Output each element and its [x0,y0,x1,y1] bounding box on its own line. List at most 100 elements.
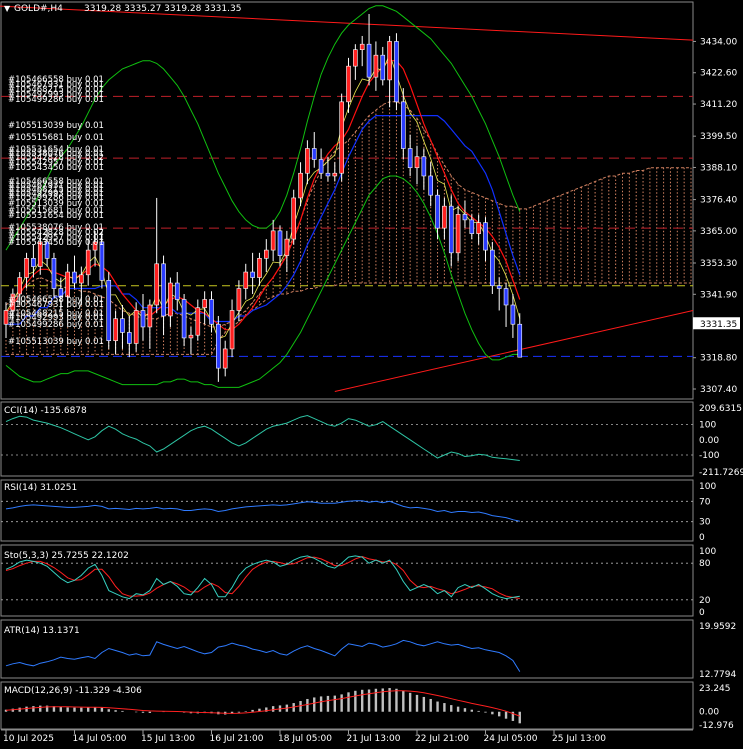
candle-body [469,219,475,234]
candle-body [85,249,91,276]
candle-body [318,159,324,174]
candle-body [188,334,194,339]
order-label: #105499286 buy 0.01 [8,320,104,330]
time-tick-label: 25 Jul 13:00 [552,734,606,744]
candle-body [168,282,173,317]
cci-label: CCI(14) -135.6878 [4,406,87,416]
cci-scale-label: -100 [699,451,720,461]
trading-chart[interactable]: #105466558 buy 0.01 #105467931 buy 0.01 #1… [0,0,743,745]
candle-body [154,263,159,306]
macd-scale-label: 0.00 [699,708,719,718]
candle-body [435,194,440,229]
price-tick-label: 3388.10 [700,163,737,173]
candle-body [311,148,317,160]
candle-body [387,41,392,81]
candle-body [359,43,365,50]
candle-body [79,274,84,284]
symbol-title: GOLD#,H4 [14,4,63,14]
order-label: #105499286 buy 0.01 [8,95,104,105]
candle-body [229,310,235,350]
order-label: #105543450 buy 0.01 [8,238,104,248]
time-tick-label: 24 Jul 05:00 [484,734,538,744]
candle-body [510,304,516,325]
candle-body [325,172,331,177]
ohlc-readout: 3319.28 3335.27 3319.28 3331.35 [84,4,241,14]
time-tick-label: 18 Jul 05:00 [278,734,332,744]
candle-body [257,258,262,278]
time-tick-label: 16 Jul 21:00 [210,734,264,744]
stochastic-scale-label: 20 [699,596,711,606]
stochastic-scale-label: 0 [699,608,705,618]
candle-body [250,271,255,278]
price-tick-label: 3411.20 [700,100,737,110]
candle-body [51,258,57,289]
stochastic-scale-label: 80 [699,559,711,569]
candle-body [455,214,461,254]
time-tick-label: 22 Jul 21:00 [415,734,469,744]
candle-body [24,258,29,278]
rsi-panel-frame [0,479,694,542]
chart-canvas[interactable]: #105466558 buy 0.01#105467931 buy 0.01#1… [0,0,743,745]
rsi-scale-label: 30 [699,518,711,528]
price-tick-label: 3399.50 [700,132,737,142]
candle-body [428,175,434,196]
candle-body [298,172,303,199]
cci-scale-label: 100 [699,421,716,431]
candle-body [222,348,228,369]
current-price-label: 3331.35 [700,320,737,330]
price-tick-label: 3422.60 [700,69,737,79]
candle-body [305,148,310,174]
candle-body [366,43,372,78]
candle-body [243,271,249,289]
stoch-label: Sto(5,3,3) 25.7255 22.1202 [4,551,129,561]
candle-body [120,318,125,333]
candle-body [442,205,447,229]
candle-body [140,310,146,328]
candle-body [216,323,221,369]
time-tick-label: 15 Jul 13:00 [141,734,195,744]
time-tick-label: 10 Jul 2025 [3,734,54,744]
candle-body [133,310,139,344]
candle-body [277,230,283,256]
candle-body [209,299,214,325]
horizontal-levels [0,5,694,392]
time-tick-label: 21 Jul 13:00 [347,734,401,744]
cci-panel-frame [0,401,694,477]
cci-scale-label: 0.00 [699,436,719,446]
order-label: #105513039 buy 0.01 [8,121,104,131]
rsi-line [5,500,520,522]
candle-body [483,222,488,251]
candle-body [421,156,427,177]
order-label: #105515681 buy 0.01 [8,133,104,143]
candle-body [263,249,269,259]
rsi-scale-label: 70 [699,497,711,507]
order-label: #105531654 buy 0.01 [8,211,104,221]
candle-body [72,271,77,284]
candle-body [161,263,166,317]
candle-body [496,285,502,289]
stochastic-scale-label: 100 [699,547,716,557]
candle-body [400,101,406,149]
candle-body [380,54,386,81]
price-tick-label: 3318.80 [700,354,737,364]
macd-scale-label: -12.976 [699,721,734,731]
candle-body [517,323,523,358]
price-tick-label: 3365.00 [700,227,737,237]
order-label: #105543450 buy 0.01 [8,163,104,173]
macd-label: MACD(12,26,9) -11.329 -4.306 [4,686,142,696]
candle-body [346,65,351,103]
candle-body [373,54,379,78]
candle-body [490,249,495,287]
sub-indicators [1,414,693,724]
candle-body [106,279,112,341]
order-labels: #105466558 buy 0.01#105467931 buy 0.01#1… [8,75,104,347]
atr-scale-label: 19.9592 [699,622,736,632]
atr-line [5,639,521,672]
candle-body [353,49,358,67]
candle-body [448,205,454,254]
candle-body [31,258,36,267]
candle-body [127,332,132,344]
order-label: #105513039 buy 0.01 [8,337,104,347]
candle-body [291,197,297,240]
atr-scale-label: 12.7794 [699,670,736,680]
